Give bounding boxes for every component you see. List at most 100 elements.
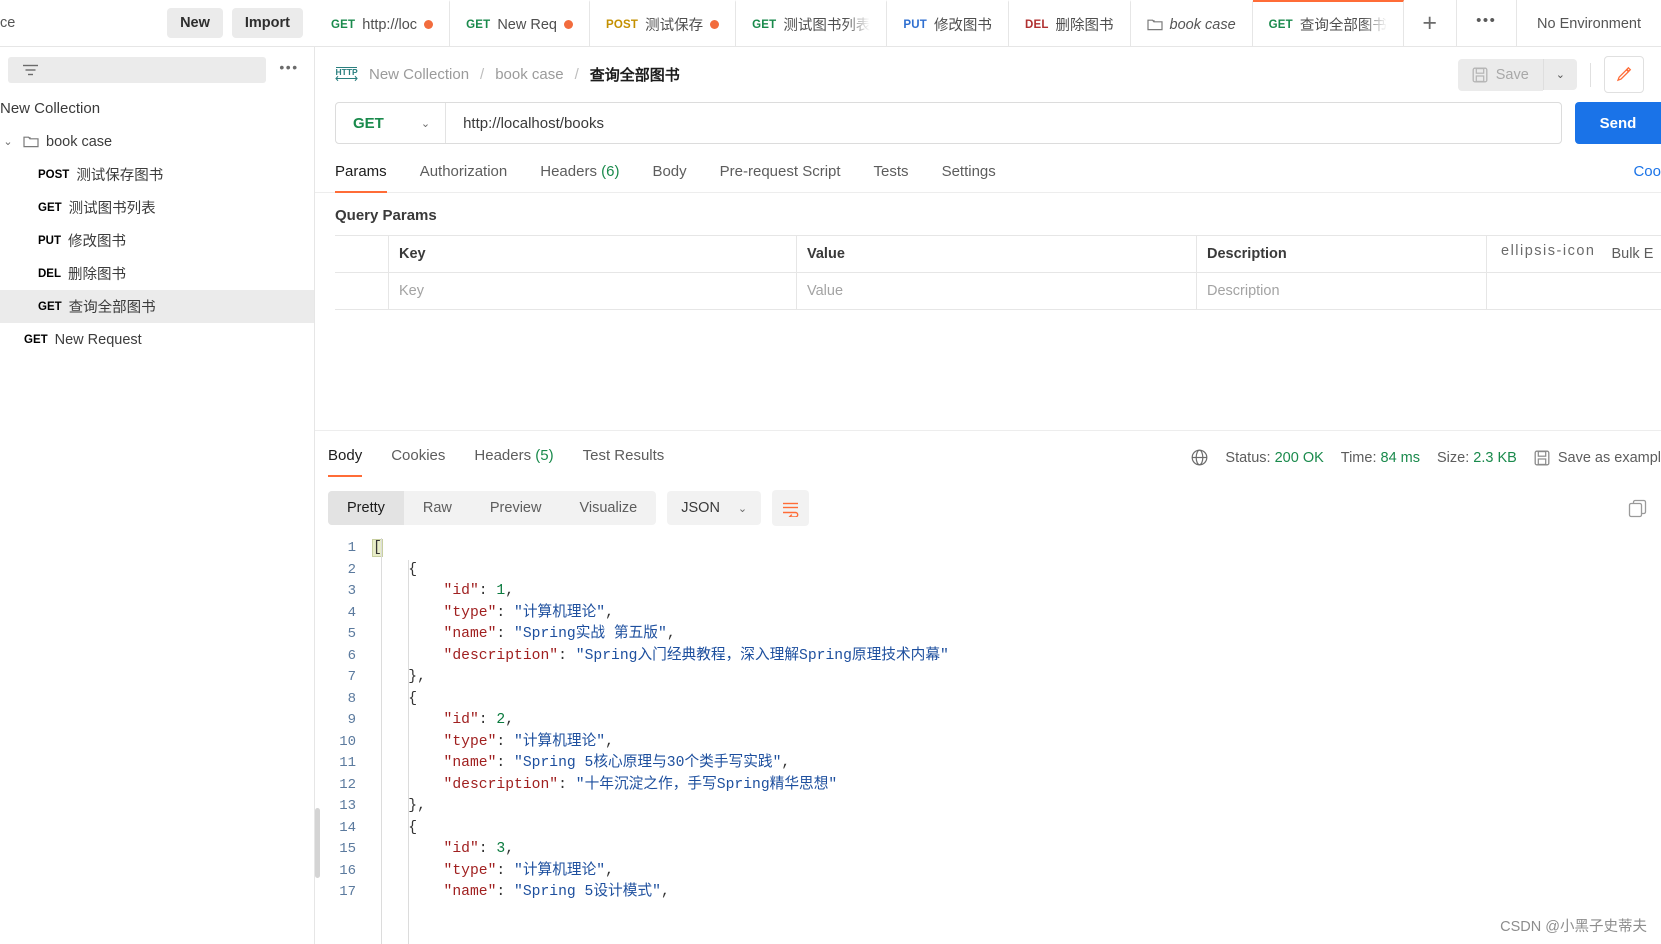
collection-name[interactable]: New Collection	[0, 83, 314, 125]
request-tab[interactable]: PUT 修改图书	[887, 0, 1009, 46]
format-selector[interactable]: JSON ⌄	[667, 491, 762, 525]
code-line: 6 "description": "Spring入门经典教程，深入理解Sprin…	[315, 646, 1661, 668]
line-content: "name": "Spring实战 第五版",	[373, 624, 676, 646]
sidebar-item-method: GET	[38, 201, 62, 214]
sidebar-item-method: POST	[38, 168, 70, 181]
select-all-cell[interactable]	[335, 236, 389, 272]
sidebar-item-del[interactable]: DEL 删除图书	[0, 257, 314, 290]
response-tab-body[interactable]: Body	[328, 447, 363, 477]
tab-headers[interactable]: Headers (6)	[540, 163, 619, 192]
tab-method: GET	[331, 18, 356, 31]
response-tab-headers[interactable]: Headers (5)	[474, 447, 553, 476]
line-number: 13	[339, 798, 356, 814]
sidebar-item-get[interactable]: GET 测试图书列表	[0, 191, 314, 224]
method-selector[interactable]: GET ⌄	[336, 103, 447, 143]
cookies-link[interactable]: Coo	[1633, 163, 1661, 180]
line-number: 1	[347, 540, 356, 556]
param-key-input[interactable]: Key	[389, 273, 797, 309]
request-tab[interactable]: GET 查询全部图书	[1252, 0, 1404, 46]
import-button[interactable]: Import	[231, 8, 303, 38]
tab-body[interactable]: Body	[652, 163, 686, 192]
scrollbar[interactable]	[315, 808, 320, 878]
code-line: 9 "id": 2,	[315, 710, 1661, 732]
breadcrumb-folder[interactable]: book case	[495, 66, 563, 83]
response-tab-test-results[interactable]: Test Results	[583, 447, 665, 476]
tab-title: book case	[1169, 16, 1236, 33]
filter-input[interactable]	[8, 57, 266, 83]
status-item: Status: 200 OK	[1225, 450, 1323, 466]
url-input[interactable]: http://localhost/books	[446, 115, 604, 132]
response-tab-cookies[interactable]: Cookies	[391, 447, 445, 476]
floppy-icon	[1472, 67, 1488, 82]
request-tab[interactable]: GET 测试图书列表	[736, 0, 888, 46]
bulk-edit-link[interactable]: Bulk E	[1611, 246, 1653, 262]
token: "id"	[443, 583, 479, 599]
breadcrumb-collection[interactable]: New Collection	[369, 66, 469, 83]
request-tab[interactable]: book case	[1130, 0, 1253, 46]
status-label: Status:	[1225, 449, 1271, 466]
code-line: 10 "type": "计算机理论",	[315, 732, 1661, 754]
param-description-input[interactable]: Description	[1197, 273, 1487, 309]
request-tab[interactable]: GET http://loc	[315, 0, 451, 46]
view-pill-preview[interactable]: Preview	[471, 491, 561, 525]
tab-authorization[interactable]: Authorization	[420, 163, 508, 192]
watermark: CSDN @小黑子史蒂夫	[1500, 919, 1647, 935]
code-line: 7 },	[315, 667, 1661, 689]
sidebar-item-post[interactable]: POST 测试保存图书	[0, 158, 314, 191]
view-pill-visualize[interactable]: Visualize	[560, 491, 656, 525]
word-wrap-button[interactable]	[772, 490, 810, 526]
token: :	[478, 841, 497, 857]
query-params-title: Query Params	[335, 207, 437, 224]
request-tab[interactable]: POST 测试保存	[589, 0, 737, 46]
save-button[interactable]: Save	[1457, 58, 1543, 91]
environment-selector[interactable]: No Environment	[1517, 0, 1661, 46]
plus-icon[interactable]: +	[1404, 0, 1457, 46]
tab-label: Settings	[941, 163, 996, 180]
pencil-icon	[1616, 66, 1632, 81]
token: "name"	[443, 755, 497, 771]
request-tab[interactable]: DEL 删除图书	[1008, 0, 1131, 46]
code-line: 15 "id": 3,	[315, 839, 1661, 861]
params-more-button[interactable]: ellipsis-icon	[1501, 243, 1595, 265]
time-item: Time: 84 ms	[1341, 450, 1420, 466]
tab-tests[interactable]: Tests	[874, 163, 909, 192]
sidebar-more-button[interactable]: •••	[272, 59, 306, 82]
line-number: 4	[347, 604, 356, 621]
sidebar-item-put[interactable]: PUT 修改图书	[0, 224, 314, 257]
request-tab[interactable]: GET New Req	[450, 0, 590, 46]
sidebar-folder-book-case[interactable]: ⌄ book case	[0, 125, 314, 158]
response-body-code[interactable]: 1[2 {3 "id": 1, 4 "type": "计算机理论", 5 "name…	[315, 538, 1661, 944]
word-wrap-icon	[783, 502, 799, 517]
url-bar: GET ⌄ http://localhost/books Send	[315, 102, 1661, 144]
tab-method: GET	[752, 18, 777, 31]
ellipsis-icon[interactable]: •••	[1457, 0, 1518, 46]
save-options-button[interactable]: ⌄	[1542, 59, 1577, 90]
tab-settings[interactable]: Settings	[942, 163, 996, 192]
folder-icon	[1146, 19, 1163, 31]
tab-label: Headers	[474, 447, 532, 464]
view-pill-pretty[interactable]: Pretty	[328, 491, 404, 525]
row-checkbox-cell[interactable]	[335, 273, 389, 309]
sidebar-item-label: New Request	[54, 331, 142, 348]
line-content: "type": "计算机理论",	[373, 732, 614, 754]
line-number: 14	[339, 819, 356, 836]
tab-params[interactable]: Params	[335, 163, 387, 193]
send-button[interactable]: Send	[1575, 102, 1661, 144]
line-number: 15	[339, 841, 356, 857]
copy-button[interactable]	[1628, 499, 1647, 518]
breadcrumb-separator-2: /	[574, 66, 579, 83]
save-as-example-button[interactable]: Save as exampl	[1534, 450, 1661, 466]
edit-button[interactable]	[1604, 56, 1644, 93]
sidebar-item-new-request[interactable]: GET New Request	[0, 323, 314, 356]
filter-icon	[23, 64, 38, 76]
line-number: 10	[339, 733, 356, 750]
new-button[interactable]: New	[167, 8, 223, 38]
param-value-input[interactable]: Value	[797, 273, 1197, 309]
line-number: 6	[347, 647, 356, 664]
view-pill-raw[interactable]: Raw	[404, 491, 471, 525]
sidebar-item-label: 测试保存图书	[76, 168, 164, 184]
sidebar-item-get[interactable]: GET 查询全部图书	[0, 290, 314, 323]
token: ,	[781, 755, 791, 771]
tab-pre-request-script[interactable]: Pre-request Script	[720, 163, 841, 192]
token: "id"	[443, 712, 479, 728]
